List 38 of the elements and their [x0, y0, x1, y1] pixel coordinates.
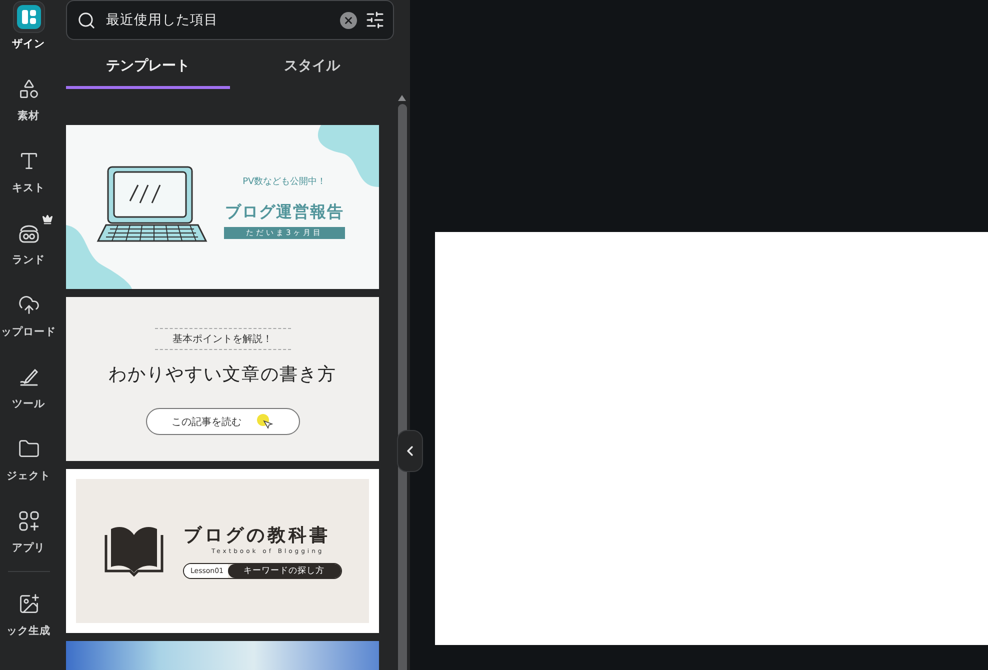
rail-item[interactable]: ザイン [0, 0, 57, 69]
clear-button[interactable] [340, 12, 357, 28]
rail-item[interactable]: アプリ [0, 501, 57, 573]
rail-item[interactable]: キスト [0, 141, 57, 213]
rail-item[interactable]: ック生成 [0, 584, 57, 656]
apps-icon [18, 510, 40, 532]
rail-item[interactable]: ランド [0, 213, 57, 285]
rail-item[interactable]: ツール [0, 357, 57, 429]
tab[interactable]: スタイル [230, 46, 394, 89]
template-eyebrow: 基本ポイントを解説！ [154, 328, 290, 350]
folder-icon [18, 438, 40, 460]
cursor-click-icon [256, 412, 274, 430]
template-title: わかりやすい文章の書き方 [108, 363, 336, 386]
collapse-panel-button[interactable] [397, 430, 423, 472]
template-title: ブログの教科書 [183, 524, 330, 547]
cloud-upload-icon [18, 294, 40, 316]
filter-icon[interactable] [365, 10, 385, 30]
close-icon [343, 14, 354, 26]
template-title: ブログ運営報告 [224, 202, 344, 223]
scroll-up-icon[interactable] [398, 95, 406, 101]
writing-guide-template[interactable]: 基本ポイントを解説！ わかりやすい文章の書き方 この記事を読む [66, 297, 379, 461]
shapes-icon [18, 78, 40, 100]
search-input[interactable]: 最近使用した項目 [104, 11, 332, 29]
scrollbar-thumb[interactable] [398, 104, 406, 670]
rail-item[interactable]: ジェクト [0, 429, 57, 501]
open-book-icon [103, 525, 166, 577]
speech-bubble-text: PV数なども公開中！ [242, 176, 326, 188]
logo-icon [16, 5, 40, 29]
pen-icon [18, 366, 40, 388]
search-field[interactable]: 最近使用した項目 [66, 0, 394, 40]
read-article-pill: この記事を読む [146, 408, 300, 435]
tab[interactable]: テンプレート [66, 46, 230, 89]
search-icon [77, 10, 96, 30]
image-sparkle-icon [18, 593, 40, 615]
lesson-topic: キーワードの探し方 [228, 564, 340, 578]
rail-item[interactable]: ップロード [0, 285, 57, 357]
rail-item[interactable]: 素材 [0, 69, 57, 141]
crown-icon [42, 214, 52, 225]
